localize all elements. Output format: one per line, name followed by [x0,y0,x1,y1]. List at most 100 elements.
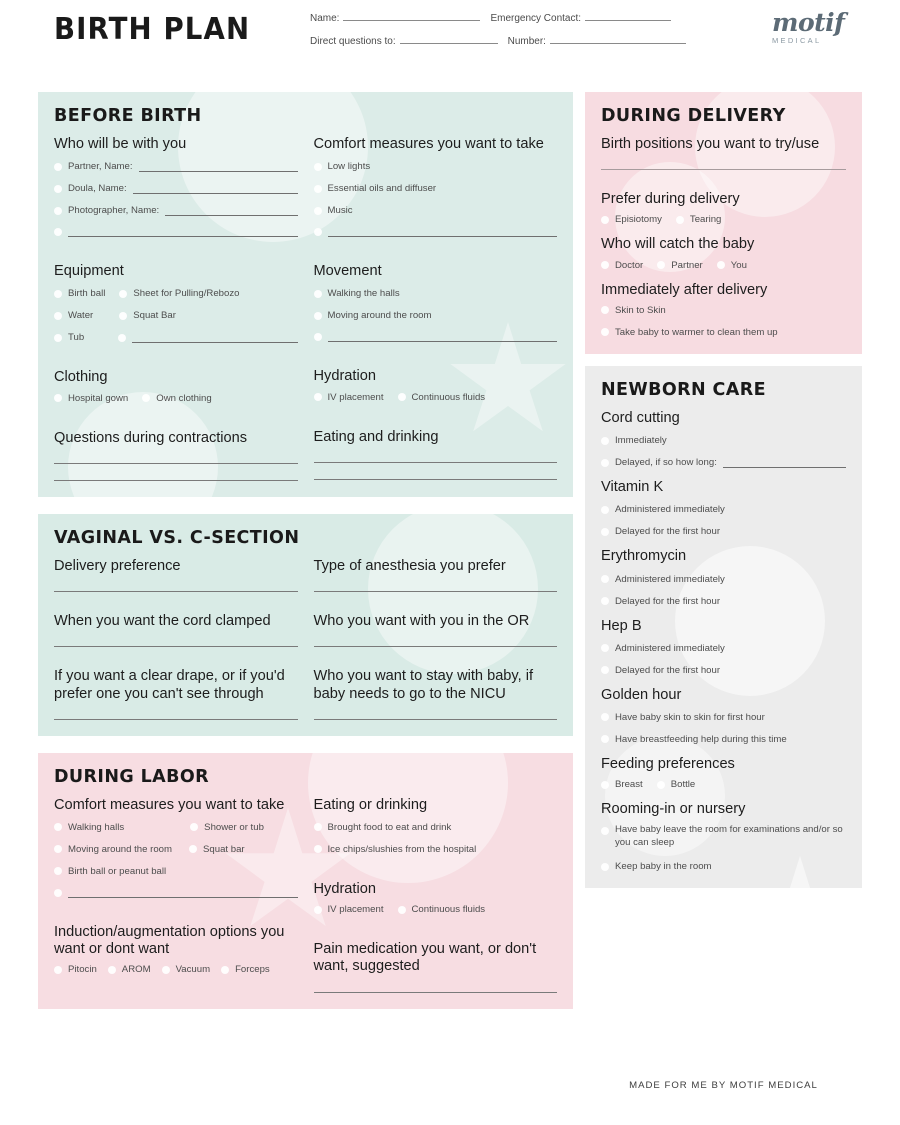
option-row-prefer-delivery[interactable]: Episiotomy Tearing [601,214,846,225]
radio-icon[interactable] [119,311,128,320]
radio-icon[interactable] [601,215,609,224]
write-in-line[interactable] [54,462,298,464]
radio-icon[interactable] [716,261,725,270]
emergency-contact-line[interactable] [585,10,672,21]
option-row-doula[interactable]: Doula, Name: [54,183,298,194]
radio-icon[interactable] [675,215,684,224]
radio-icon[interactable] [54,845,62,854]
radio-icon[interactable] [601,780,609,789]
option-row-golden-breastfeeding-help[interactable]: Have breastfeeding help during this time [601,734,846,745]
option-row-partner[interactable]: Partner, Name: [54,161,298,172]
radio-icon[interactable] [54,228,62,237]
option-row-comfort-blank[interactable] [313,227,557,238]
radio-icon[interactable] [601,644,609,653]
radio-icon[interactable] [601,666,609,675]
radio-icon[interactable] [107,965,116,974]
radio-icon[interactable] [313,393,322,402]
radio-icon[interactable] [54,206,62,215]
option-row-hepb-administered[interactable]: Administered immediately [601,643,846,654]
write-in-line[interactable] [132,184,298,194]
name-field[interactable]: Name: [310,10,481,24]
radio-icon[interactable] [601,862,609,871]
write-in-line[interactable] [313,991,557,993]
option-row-induction[interactable]: Pitocin AROM Vacuum Forceps [54,964,298,975]
radio-icon[interactable] [54,311,62,320]
option-row-walking-halls[interactable]: Walking the halls [313,288,558,299]
radio-icon[interactable] [54,289,62,298]
radio-icon[interactable] [601,328,609,337]
write-in-line[interactable] [138,162,298,172]
radio-icon[interactable] [657,261,666,270]
write-in-line[interactable] [313,461,557,463]
option-row-eryth-administered[interactable]: Administered immediately [601,574,846,585]
option-row-who-catches[interactable]: Doctor Partner You [601,260,846,271]
radio-icon[interactable] [656,780,665,789]
option-row-cord-immediately[interactable]: Immediately [601,435,846,446]
radio-icon[interactable] [313,206,322,215]
radio-icon[interactable] [601,713,609,722]
radio-icon[interactable] [313,905,322,914]
write-in-line[interactable] [132,333,298,343]
radio-icon[interactable] [313,228,322,237]
option-row-labor-comfort-blank[interactable] [54,888,298,898]
radio-icon[interactable] [313,333,322,342]
radio-icon[interactable] [118,333,127,342]
option-row-equipment-2[interactable]: Water Squat Bar [54,310,298,321]
radio-icon[interactable] [601,527,609,536]
write-in-line[interactable] [165,206,298,216]
option-row-baby-to-warmer[interactable]: Take baby to warmer to clean them up [601,327,846,338]
option-row-photographer[interactable]: Photographer, Name: [54,205,298,216]
radio-icon[interactable] [54,965,62,974]
write-in-line[interactable] [722,458,846,468]
radio-icon[interactable] [54,184,62,193]
write-in-line[interactable] [327,227,557,238]
option-row-feeding[interactable]: Breast Bottle [601,779,846,790]
radio-icon[interactable] [54,162,62,171]
radio-icon[interactable] [54,823,62,832]
radio-icon[interactable] [142,394,151,403]
name-field-line[interactable] [343,10,481,21]
radio-icon[interactable] [313,311,322,320]
radio-icon[interactable] [313,289,322,298]
write-in-line[interactable] [327,332,557,343]
radio-icon[interactable] [601,458,609,467]
radio-icon[interactable] [119,289,128,298]
radio-icon[interactable] [313,823,322,832]
option-row-labor-comfort-1[interactable]: Walking halls Shower or tub [54,822,298,833]
write-in-line[interactable] [54,479,298,481]
option-row-brought-food[interactable]: Brought food to eat and drink [313,822,558,833]
radio-icon[interactable] [601,261,609,270]
option-row-essential-oils[interactable]: Essential oils and diffuser [313,183,558,194]
write-in-line[interactable] [313,718,557,720]
option-row-music[interactable]: Music [313,205,558,216]
radio-icon[interactable] [397,905,406,914]
option-row-low-lights[interactable]: Low lights [313,161,558,172]
radio-icon[interactable] [601,827,609,836]
option-row-vitk-administered[interactable]: Administered immediately [601,504,846,515]
option-row-labor-comfort-3[interactable]: Birth ball or peanut ball [54,866,298,877]
write-in-line[interactable] [68,888,298,898]
radio-icon[interactable] [601,597,609,606]
number-field-line[interactable] [549,33,686,44]
option-row-labor-comfort-2[interactable]: Moving around the room Squat bar [54,844,298,855]
radio-icon[interactable] [161,965,170,974]
option-row-equipment-1[interactable]: Birth ball Sheet for Pulling/Rebozo [54,288,298,299]
option-row-equipment-3[interactable]: Tub [54,332,298,343]
option-row-ice-chips[interactable]: Ice chips/slushies from the hospital [313,844,558,855]
radio-icon[interactable] [54,867,62,876]
radio-icon[interactable] [221,965,230,974]
option-row-vitk-delayed[interactable]: Delayed for the first hour [601,526,846,537]
radio-icon[interactable] [313,184,322,193]
radio-icon[interactable] [189,845,197,854]
option-row-golden-skin-to-skin[interactable]: Have baby skin to skin for first hour [601,712,846,723]
direct-questions-line[interactable] [399,33,498,44]
radio-icon[interactable] [190,823,199,832]
option-row-keep-baby-in-room[interactable]: Keep baby in the room [601,861,846,872]
radio-icon[interactable] [54,394,62,403]
option-row-hydration[interactable]: IV placement Continuous fluids [313,392,558,403]
radio-icon[interactable] [313,162,322,171]
option-row-movement-blank[interactable] [313,332,557,343]
radio-icon[interactable] [54,888,62,897]
radio-icon[interactable] [601,436,609,445]
write-in-line[interactable] [54,718,298,720]
